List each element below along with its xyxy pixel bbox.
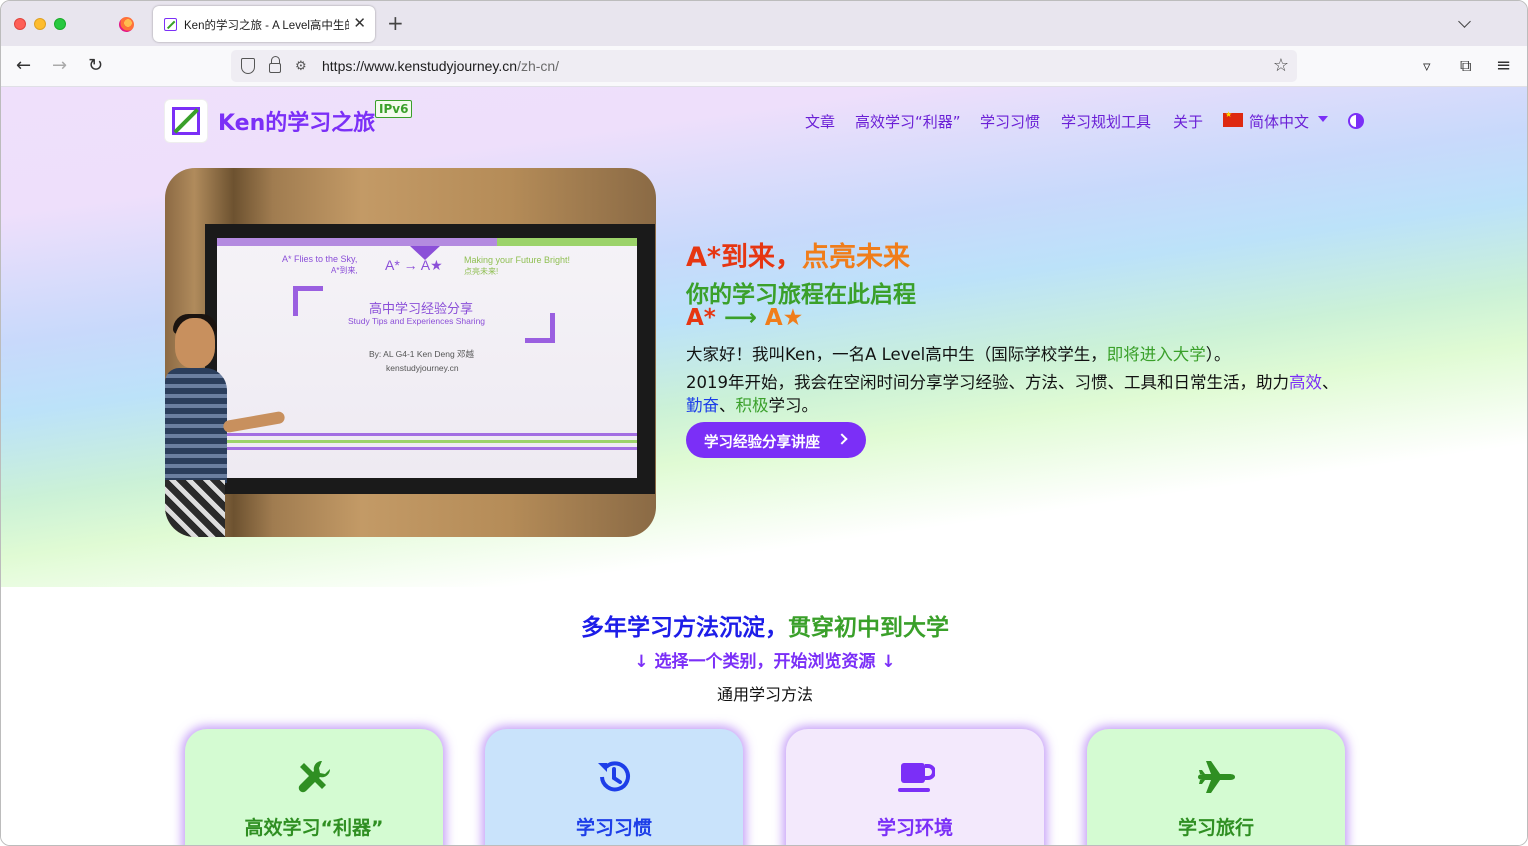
hero-intro: 大家好！我叫Ken，一名A Level高中生（国际学校学生，即将进入大学）。	[686, 345, 1231, 364]
maximize-window-button[interactable]	[54, 18, 66, 30]
slide-arrow: A* → A★	[385, 257, 443, 273]
category-card-environment[interactable]: 学习环境	[786, 729, 1044, 845]
tab-close-icon[interactable]: ✕	[353, 14, 366, 32]
list-tabs-chevron-icon[interactable]	[1458, 15, 1471, 28]
tracking-protection-shield-icon[interactable]	[241, 58, 255, 74]
chevron-right-icon	[836, 433, 848, 445]
slide-author: By: AL G4-1 Ken Deng 邓越	[369, 349, 475, 359]
airplane-icon	[1198, 761, 1235, 793]
browser-tab-active[interactable]: Ken的学习之旅 - A Level高中生的 ✕	[153, 6, 375, 42]
ipv6-badge: IPv6	[375, 100, 413, 118]
site-logo[interactable]	[165, 100, 207, 142]
reload-icon[interactable]: ↻	[88, 55, 103, 77]
slide-line5: 点亮未来!	[464, 267, 499, 276]
slide-line2: A*到来,	[331, 266, 358, 275]
section-subtitle: ↓ 选择一个类别，开始浏览资源 ↓	[634, 652, 896, 672]
page-viewport: Ken的学习之旅 IPv6 文章 高效学习“利器” 学习习惯 学习规划工具 关于…	[1, 87, 1527, 845]
hero-subtitle: 你的学习旅程在此启程	[686, 282, 916, 308]
extensions-icon[interactable]: ⧉	[1460, 55, 1471, 77]
language-caret-down-icon[interactable]	[1318, 116, 1328, 122]
hero-description: 2019年开始，我会在空闲时间分享学习经验、方法、习惯、工具和日常生活，助力高效…	[686, 373, 1339, 415]
permissions-icon[interactable]: ⚙	[295, 59, 307, 74]
nav-link-planning-tools[interactable]: 学习规划工具	[1061, 111, 1151, 132]
china-flag-icon	[1223, 110, 1243, 127]
nav-link-habits[interactable]: 学习习惯	[980, 111, 1040, 132]
tab-strip: Ken的学习之旅 - A Level高中生的 ✕ +	[1, 1, 1527, 46]
card-title: 学习环境	[876, 817, 953, 839]
history-icon	[598, 761, 630, 792]
lock-icon[interactable]	[269, 56, 281, 73]
slide-title: 高中学习经验分享	[369, 301, 474, 316]
forward-arrow-icon[interactable]: →	[52, 55, 67, 77]
section-title: 多年学习方法沉淀，贯穿初中到大学	[581, 615, 949, 641]
presentation-screen: A* Flies to the Sky, A*到来, A* → A★ Makin…	[217, 238, 637, 478]
pocket-icon[interactable]: ▿	[1423, 55, 1431, 77]
card-title: 学习习惯	[575, 817, 652, 839]
close-window-button[interactable]	[14, 18, 26, 30]
lecture-cta-button[interactable]: 学习经验分享讲座	[686, 422, 866, 458]
nav-link-about[interactable]: 关于	[1173, 111, 1203, 132]
coffee-cup-icon	[898, 763, 935, 792]
site-favicon-icon	[164, 18, 177, 31]
category-heading: 通用学习方法	[716, 685, 813, 704]
tools-icon	[298, 760, 331, 793]
theme-toggle-icon[interactable]	[1348, 113, 1364, 129]
url-host: https://www.kenstudyjourney.cn	[322, 58, 518, 74]
bookmark-star-icon[interactable]: ☆	[1273, 55, 1289, 76]
category-card-travel[interactable]: 学习旅行	[1087, 729, 1345, 845]
slide-site: kenstudyjourney.cn	[386, 363, 459, 373]
slide-line4: Making your Future Bright!	[464, 255, 571, 265]
browser-window: Ken的学习之旅 - A Level高中生的 ✕ + ← → ↻ ⚙ https…	[0, 0, 1528, 846]
slide-subtitle: Study Tips and Experiences Sharing	[348, 316, 486, 326]
language-selector[interactable]: 简体中文	[1249, 111, 1309, 132]
back-arrow-icon[interactable]: ←	[16, 55, 31, 77]
card-title: 高效学习“利器”	[244, 817, 384, 839]
slide-line1: A* Flies to the Sky,	[282, 254, 358, 264]
site-name-link[interactable]: Ken的学习之旅	[218, 105, 375, 137]
url-bar[interactable]: ⚙ https://www.kenstudyjourney.cn/zh-cn/ …	[231, 50, 1297, 82]
tab-title: Ken的学习之旅 - A Level高中生的	[184, 20, 349, 32]
nav-link-tools[interactable]: 高效学习“利器”	[855, 111, 961, 132]
hero-slogan: A*到来，点亮未来	[686, 242, 911, 273]
category-card-tools[interactable]: 高效学习“利器”	[185, 729, 443, 845]
minimize-window-button[interactable]	[34, 18, 46, 30]
nav-link-articles[interactable]: 文章	[805, 111, 835, 132]
category-card-habits[interactable]: 学习习惯	[485, 729, 743, 845]
url-text[interactable]: https://www.kenstudyjourney.cn/zh-cn/	[322, 58, 559, 74]
url-path: /zh-cn/	[517, 58, 560, 74]
card-title: 学习旅行	[1177, 817, 1254, 839]
firefox-view-icon[interactable]	[119, 17, 134, 32]
navigation-toolbar: ← → ↻ ⚙ https://www.kenstudyjourney.cn/z…	[1, 46, 1527, 87]
hero-grade-arrow: A* ⟶ A★	[686, 305, 804, 331]
new-tab-plus-icon[interactable]: +	[387, 11, 404, 35]
hero-photo: A* Flies to the Sky, A*到来, A* → A★ Makin…	[165, 168, 656, 537]
menu-hamburger-icon[interactable]: ≡	[1496, 55, 1511, 77]
